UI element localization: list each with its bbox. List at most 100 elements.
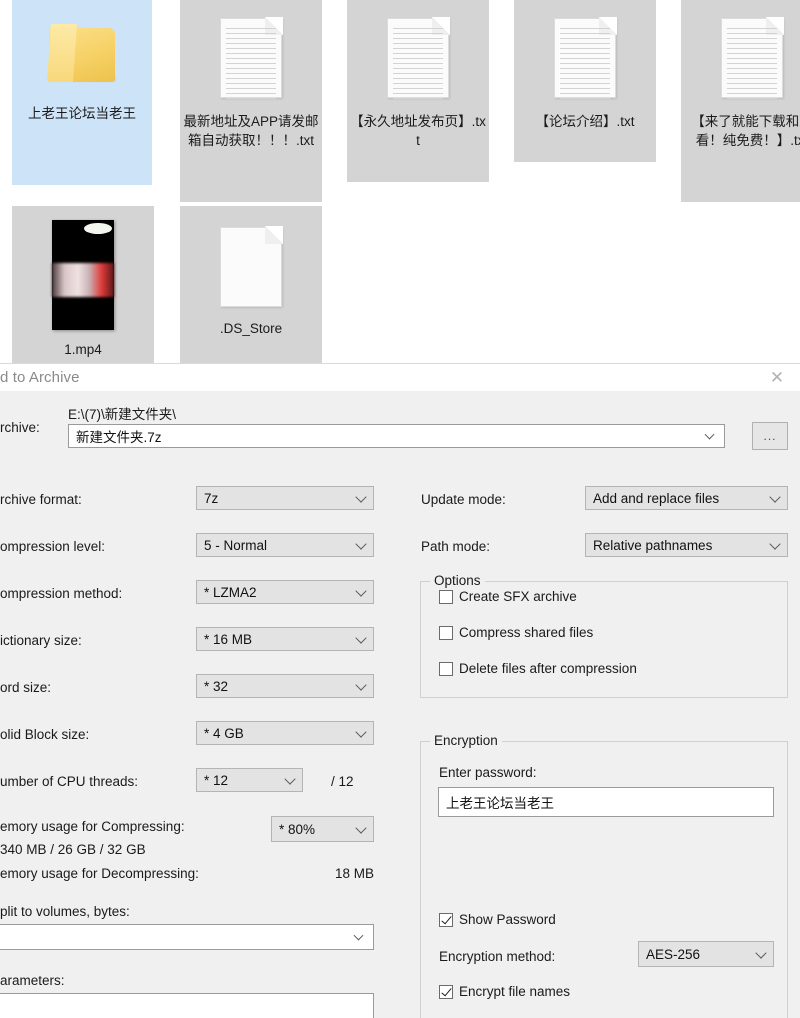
- checkbox-box: [439, 625, 453, 640]
- file-tile-label: 【来了就能下载和观看！纯免费！】.txt: [691, 114, 800, 148]
- update-mode-combo[interactable]: Add and replace files: [585, 486, 788, 510]
- close-icon[interactable]: ✕: [759, 364, 795, 391]
- chevron-down-icon: [757, 949, 766, 958]
- file-tile-label: 【永久地址发布页】.txt: [350, 114, 486, 148]
- encryption-group: Encryption: [420, 733, 788, 1018]
- dictionary-size-label: ictionary size:: [0, 633, 82, 648]
- word-size-label: ord size:: [0, 680, 52, 695]
- archive-format-value: 7z: [204, 490, 219, 506]
- file-tile-label: .DS_Store: [219, 321, 283, 336]
- encryption-method-combo[interactable]: AES-256: [638, 941, 774, 967]
- chevron-down-icon: [357, 634, 366, 643]
- dictionary-size-value: * 16 MB: [204, 631, 253, 647]
- chevron-down-icon: [357, 824, 366, 833]
- blank-file-icon: [220, 226, 283, 307]
- encryption-legend: Encryption: [430, 733, 502, 748]
- file-tile-label: 最新地址及APP请发邮箱自动获取！！！.txt: [183, 114, 319, 148]
- checkbox-box: [439, 589, 453, 604]
- file-tile-txt-4[interactable]: 【来了就能下载和观看！纯免费！】.txt: [681, 0, 800, 202]
- file-tile-txt-1[interactable]: 最新地址及APP请发邮箱自动获取！！！.txt: [180, 0, 322, 202]
- checkbox-box: [439, 984, 453, 999]
- delete-files-after-compression-checkbox[interactable]: Delete files after compression: [439, 661, 637, 676]
- file-tile-txt-3[interactable]: 【论坛介绍】.txt: [514, 0, 656, 162]
- file-tile-txt-2[interactable]: 【永久地址发布页】.txt: [347, 0, 489, 182]
- encrypt-file-names-label: Encrypt file names: [459, 984, 571, 999]
- compression-method-combo[interactable]: * LZMA2: [196, 580, 374, 604]
- dialog-body: rchive: E:\(7)\新建文件夹\ 新建文件夹.7z ... rchiv…: [0, 391, 800, 1018]
- parameters-input[interactable]: [0, 993, 374, 1018]
- file-tile-ds-store[interactable]: .DS_Store: [180, 206, 322, 365]
- parameters-label: arameters:: [0, 973, 65, 988]
- add-to-archive-dialog: d to Archive ✕ rchive: E:\(7)\新建文件夹\ 新建文…: [0, 363, 800, 1018]
- archive-path-text: E:\(7)\新建文件夹\: [68, 407, 177, 422]
- memory-compressing-label: emory usage for Compressing:: [0, 819, 185, 834]
- delete-files-after-compression-label: Delete files after compression: [459, 661, 637, 676]
- chevron-down-icon: [357, 728, 366, 737]
- split-volumes-label: plit to volumes, bytes:: [0, 904, 130, 919]
- dialog-titlebar[interactable]: d to Archive ✕: [0, 364, 800, 391]
- file-tile-video[interactable]: 1.mp4: [12, 206, 154, 365]
- file-explorer-background: 上老王论坛当老王 最新地址及APP请发邮箱自动获取！！！.txt 【永久地址发布…: [0, 0, 800, 365]
- show-password-label: Show Password: [459, 912, 556, 927]
- options-legend: Options: [430, 573, 485, 588]
- chevron-down-icon: [357, 540, 366, 549]
- folder-icon: [46, 8, 115, 82]
- chevron-down-icon: [771, 493, 780, 502]
- encryption-method-value: AES-256: [646, 946, 701, 962]
- cpu-threads-total: / 12: [331, 774, 354, 789]
- chevron-down-icon: [357, 493, 366, 502]
- password-value: 上老王论坛当老王: [446, 796, 554, 811]
- compression-level-combo[interactable]: 5 - Normal: [196, 533, 374, 557]
- browse-button[interactable]: ...: [752, 422, 788, 450]
- update-mode-label: Update mode:: [421, 492, 506, 507]
- dialog-title: d to Archive: [0, 369, 80, 386]
- path-mode-label: Path mode:: [421, 539, 491, 554]
- encryption-method-label: Encryption method:: [439, 949, 556, 964]
- archive-label: rchive:: [0, 420, 40, 435]
- create-sfx-archive-label: Create SFX archive: [459, 589, 577, 604]
- compression-level-value: 5 - Normal: [204, 537, 268, 553]
- chevron-down-icon: [286, 775, 295, 784]
- dictionary-size-combo[interactable]: * 16 MB: [196, 627, 374, 651]
- encrypt-file-names-checkbox[interactable]: Encrypt file names: [439, 984, 570, 999]
- file-tile-label: 1.mp4: [64, 342, 102, 357]
- chevron-down-icon: [704, 429, 715, 440]
- solid-block-size-combo[interactable]: * 4 GB: [196, 721, 374, 745]
- archive-format-combo[interactable]: 7z: [196, 486, 374, 510]
- path-mode-combo[interactable]: Relative pathnames: [585, 533, 788, 557]
- create-sfx-archive-checkbox[interactable]: Create SFX archive: [439, 589, 577, 604]
- text-file-icon: [721, 17, 784, 99]
- text-file-icon: [554, 17, 617, 99]
- memory-percent-value: * 80%: [279, 821, 316, 837]
- password-input[interactable]: 上老王论坛当老王: [438, 787, 774, 817]
- chevron-down-icon: [771, 540, 780, 549]
- chevron-down-icon: [357, 681, 366, 690]
- checkbox-box: [439, 661, 453, 676]
- checkbox-box: [439, 912, 453, 927]
- archive-name-combo[interactable]: 新建文件夹.7z: [68, 424, 725, 448]
- show-password-checkbox[interactable]: Show Password: [439, 912, 556, 927]
- file-tile-label: 【论坛介绍】.txt: [535, 114, 635, 129]
- file-tile-folder[interactable]: 上老王论坛当老王: [12, 0, 152, 185]
- memory-decompressing-value: 18 MB: [334, 866, 374, 881]
- split-volumes-combo[interactable]: [0, 924, 374, 950]
- update-mode-value: Add and replace files: [593, 490, 720, 506]
- chevron-down-icon: [357, 587, 366, 596]
- archive-name-value: 新建文件夹.7z: [76, 430, 162, 445]
- chevron-down-icon: [353, 930, 364, 941]
- memory-decompressing-label: emory usage for Decompressing:: [0, 866, 199, 881]
- enter-password-label: Enter password:: [439, 765, 537, 780]
- solid-block-size-value: * 4 GB: [204, 725, 244, 741]
- path-mode-value: Relative pathnames: [593, 537, 713, 553]
- word-size-combo[interactable]: * 32: [196, 674, 374, 698]
- word-size-value: * 32: [204, 678, 229, 694]
- compression-method-value: * LZMA2: [204, 584, 257, 600]
- compress-shared-files-checkbox[interactable]: Compress shared files: [439, 625, 593, 640]
- memory-percent-combo[interactable]: * 80%: [271, 816, 374, 842]
- cpu-threads-label: umber of CPU threads:: [0, 774, 139, 789]
- cpu-threads-combo[interactable]: * 12: [196, 768, 303, 792]
- compression-level-label: ompression level:: [0, 539, 106, 554]
- video-thumbnail: [52, 220, 114, 330]
- memory-compressing-value: 340 MB / 26 GB / 32 GB: [0, 842, 146, 857]
- archive-format-label: rchive format:: [0, 492, 82, 507]
